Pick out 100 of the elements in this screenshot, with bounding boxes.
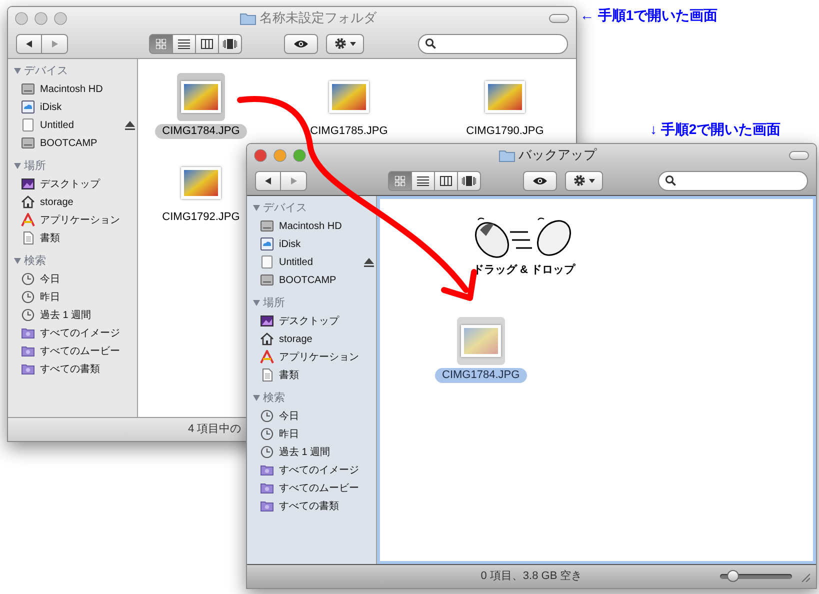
sidebar-item-label: 昨日 — [279, 428, 299, 442]
file-name[interactable]: CIMG1792.JPG — [155, 210, 247, 225]
sidebar-item-label: iDisk — [279, 238, 301, 252]
disclosure-triangle-icon[interactable] — [253, 300, 260, 306]
disclosure-triangle-icon[interactable] — [253, 205, 260, 211]
sidebar-item[interactable]: iDisk — [8, 98, 137, 116]
disclosure-triangle-icon[interactable] — [14, 68, 21, 74]
back-button[interactable] — [16, 34, 42, 54]
sidebar-item[interactable]: storage — [8, 193, 137, 211]
window-buttons-icon[interactable] — [15, 12, 67, 24]
file-name[interactable]: CIMG1785.JPG — [303, 124, 395, 139]
disclosure-triangle-icon[interactable] — [253, 395, 260, 401]
sidebar-item[interactable]: デスクトップ — [247, 312, 376, 330]
photo-thumbnail — [181, 167, 221, 199]
sidebar-item[interactable]: Untitled — [8, 116, 137, 134]
sidebar-item[interactable]: 昨日 — [8, 288, 137, 306]
photo-thumbnail — [181, 81, 221, 113]
clock-icon — [260, 445, 274, 459]
sidebar-item[interactable]: 昨日 — [247, 425, 376, 443]
sidebar-item[interactable]: 今日 — [8, 270, 137, 288]
sidebar-item[interactable]: storage — [247, 330, 376, 348]
toolbar-toggle-button[interactable] — [549, 14, 569, 22]
file-thumbnail-frame[interactable] — [456, 317, 505, 365]
sidebar-heading: デバイス — [24, 64, 68, 79]
sidebar-item[interactable]: Untitled — [247, 253, 376, 271]
smart-folder-icon — [21, 326, 35, 340]
list-icon — [178, 38, 190, 48]
columns-icon — [440, 176, 452, 186]
sidebar-heading: デバイス — [263, 200, 307, 216]
toolbar-toggle-button[interactable] — [789, 150, 809, 160]
disclosure-triangle-icon[interactable] — [14, 163, 21, 169]
sidebar-item-label: storage — [40, 196, 74, 210]
sidebar-heading: 場所 — [24, 158, 46, 174]
search-field[interactable] — [658, 170, 808, 190]
sidebar-item[interactable]: Macintosh HD — [247, 217, 376, 235]
eject-icon[interactable] — [364, 258, 374, 266]
quick-look-button[interactable] — [523, 170, 557, 190]
view-mode-button[interactable] — [172, 34, 196, 54]
view-mode-button[interactable] — [195, 34, 219, 54]
disclosure-triangle-icon[interactable] — [14, 258, 21, 264]
resize-grip-icon[interactable] — [800, 572, 810, 582]
sidebar-item-label: すべての書類 — [40, 362, 100, 376]
sidebar-item[interactable]: 今日 — [247, 407, 376, 425]
quick-look-button[interactable] — [284, 34, 318, 54]
folder-icon — [498, 148, 514, 162]
view-mode-button[interactable] — [434, 170, 458, 190]
sidebar-item[interactable]: 書類 — [247, 366, 376, 384]
sidebar-item[interactable]: アプリケーション — [247, 348, 376, 366]
sidebar-item-label: 今日 — [279, 410, 299, 424]
folder-icon — [240, 12, 256, 24]
view-mode-button[interactable] — [218, 34, 242, 54]
sidebar-item-label: 書類 — [40, 232, 60, 246]
sidebar-item[interactable]: BOOTCAMP — [8, 134, 137, 152]
sidebar-item-label: すべての書類 — [279, 500, 339, 514]
sidebar-item-label: storage — [279, 332, 312, 346]
sidebar-item-label: BOOTCAMP — [279, 274, 336, 288]
window-buttons-icon[interactable] — [254, 148, 306, 162]
sidebar-item-label: 過去 1 週間 — [40, 308, 92, 322]
sidebar-item[interactable]: すべてのイメージ — [247, 461, 376, 479]
view-mode-button[interactable] — [411, 170, 435, 190]
desktop-icon — [21, 177, 35, 191]
eject-icon[interactable] — [125, 120, 135, 130]
sidebar-item[interactable]: アプリケーション — [8, 211, 137, 229]
cover-flow-icon — [462, 176, 476, 186]
icon-grid-icon — [395, 176, 405, 186]
clock-icon — [260, 409, 274, 423]
sidebar-item[interactable]: Macintosh HD — [8, 80, 137, 98]
file-name[interactable]: CIMG1784.JPG — [435, 368, 527, 383]
search-icon — [425, 38, 436, 49]
sidebar-item-label: デスクトップ — [40, 178, 100, 192]
hard-drive-icon — [260, 219, 274, 233]
right-triangle-icon — [290, 176, 298, 184]
file-name[interactable]: CIMG1790.JPG — [459, 124, 551, 139]
sidebar-item[interactable]: 過去 1 週間 — [8, 306, 137, 324]
sidebar-item[interactable]: 過去 1 週間 — [247, 443, 376, 461]
sidebar-item[interactable]: iDisk — [247, 235, 376, 253]
file-thumbnail-frame[interactable] — [177, 73, 225, 121]
sidebar-item-label: Untitled — [40, 118, 74, 132]
sidebar-item[interactable]: すべてのムービー — [247, 479, 376, 497]
status-text: 4 項目中の — [188, 422, 242, 438]
back-button[interactable] — [255, 170, 281, 190]
clock-icon — [21, 272, 35, 286]
sidebar-item[interactable]: 書類 — [8, 229, 137, 247]
clock-icon — [21, 308, 35, 322]
sidebar-item[interactable]: すべてのムービー — [8, 342, 137, 360]
action-menu-button[interactable] — [326, 34, 364, 54]
left-triangle-icon — [25, 40, 33, 48]
sidebar-item-label: すべてのムービー — [279, 482, 359, 496]
sidebar-item-label: Untitled — [279, 256, 313, 270]
sidebar-item[interactable]: BOOTCAMP — [247, 271, 376, 289]
search-field[interactable] — [418, 34, 568, 54]
sidebar-item[interactable]: すべてのイメージ — [8, 324, 137, 342]
file-name[interactable]: CIMG1784.JPG — [155, 124, 247, 139]
slider-thumb[interactable] — [726, 570, 739, 582]
smart-folder-icon — [21, 362, 35, 376]
view-mode-button[interactable] — [457, 170, 481, 190]
action-menu-button[interactable] — [565, 170, 603, 190]
sidebar-item[interactable]: すべての書類 — [247, 497, 376, 515]
sidebar-item[interactable]: すべての書類 — [8, 360, 137, 378]
sidebar-item[interactable]: デスクトップ — [8, 175, 137, 193]
